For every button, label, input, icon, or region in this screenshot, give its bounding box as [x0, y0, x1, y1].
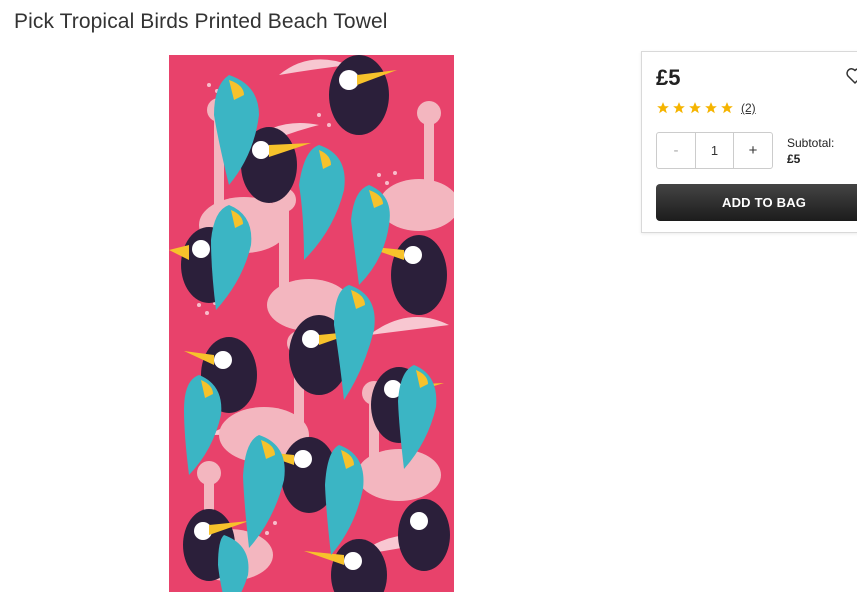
add-to-bag-button[interactable]: ADD TO BAG — [656, 184, 857, 221]
subtotal-value: £5 — [787, 152, 801, 166]
subtotal-label: Subtotal: — [787, 136, 835, 150]
price: £5 — [656, 65, 681, 90]
towel-pattern — [169, 55, 454, 592]
star-icon — [721, 102, 733, 114]
star-icon — [673, 102, 685, 114]
star-icon — [657, 102, 669, 114]
subtotal: Subtotal: £5 — [787, 135, 834, 167]
decrease-quantity-button[interactable]: - — [657, 133, 696, 168]
increase-quantity-button[interactable]: + — [733, 133, 772, 168]
buy-box: £5 (2) - 1 + Subtotal: £5 ADD TO BAG — [641, 51, 857, 233]
quantity-stepper: - 1 + — [656, 132, 773, 169]
star-rating: (2) — [656, 101, 756, 115]
product-page: Pick Tropical Birds Printed Beach Towel — [0, 0, 857, 592]
quantity-input[interactable]: 1 — [696, 133, 733, 168]
heart-icon[interactable] — [845, 66, 857, 86]
product-image[interactable] — [169, 55, 454, 592]
star-icon — [705, 102, 717, 114]
page-title: Pick Tropical Birds Printed Beach Towel — [14, 10, 388, 33]
star-icon — [689, 102, 701, 114]
review-count-link[interactable]: (2) — [741, 101, 756, 115]
